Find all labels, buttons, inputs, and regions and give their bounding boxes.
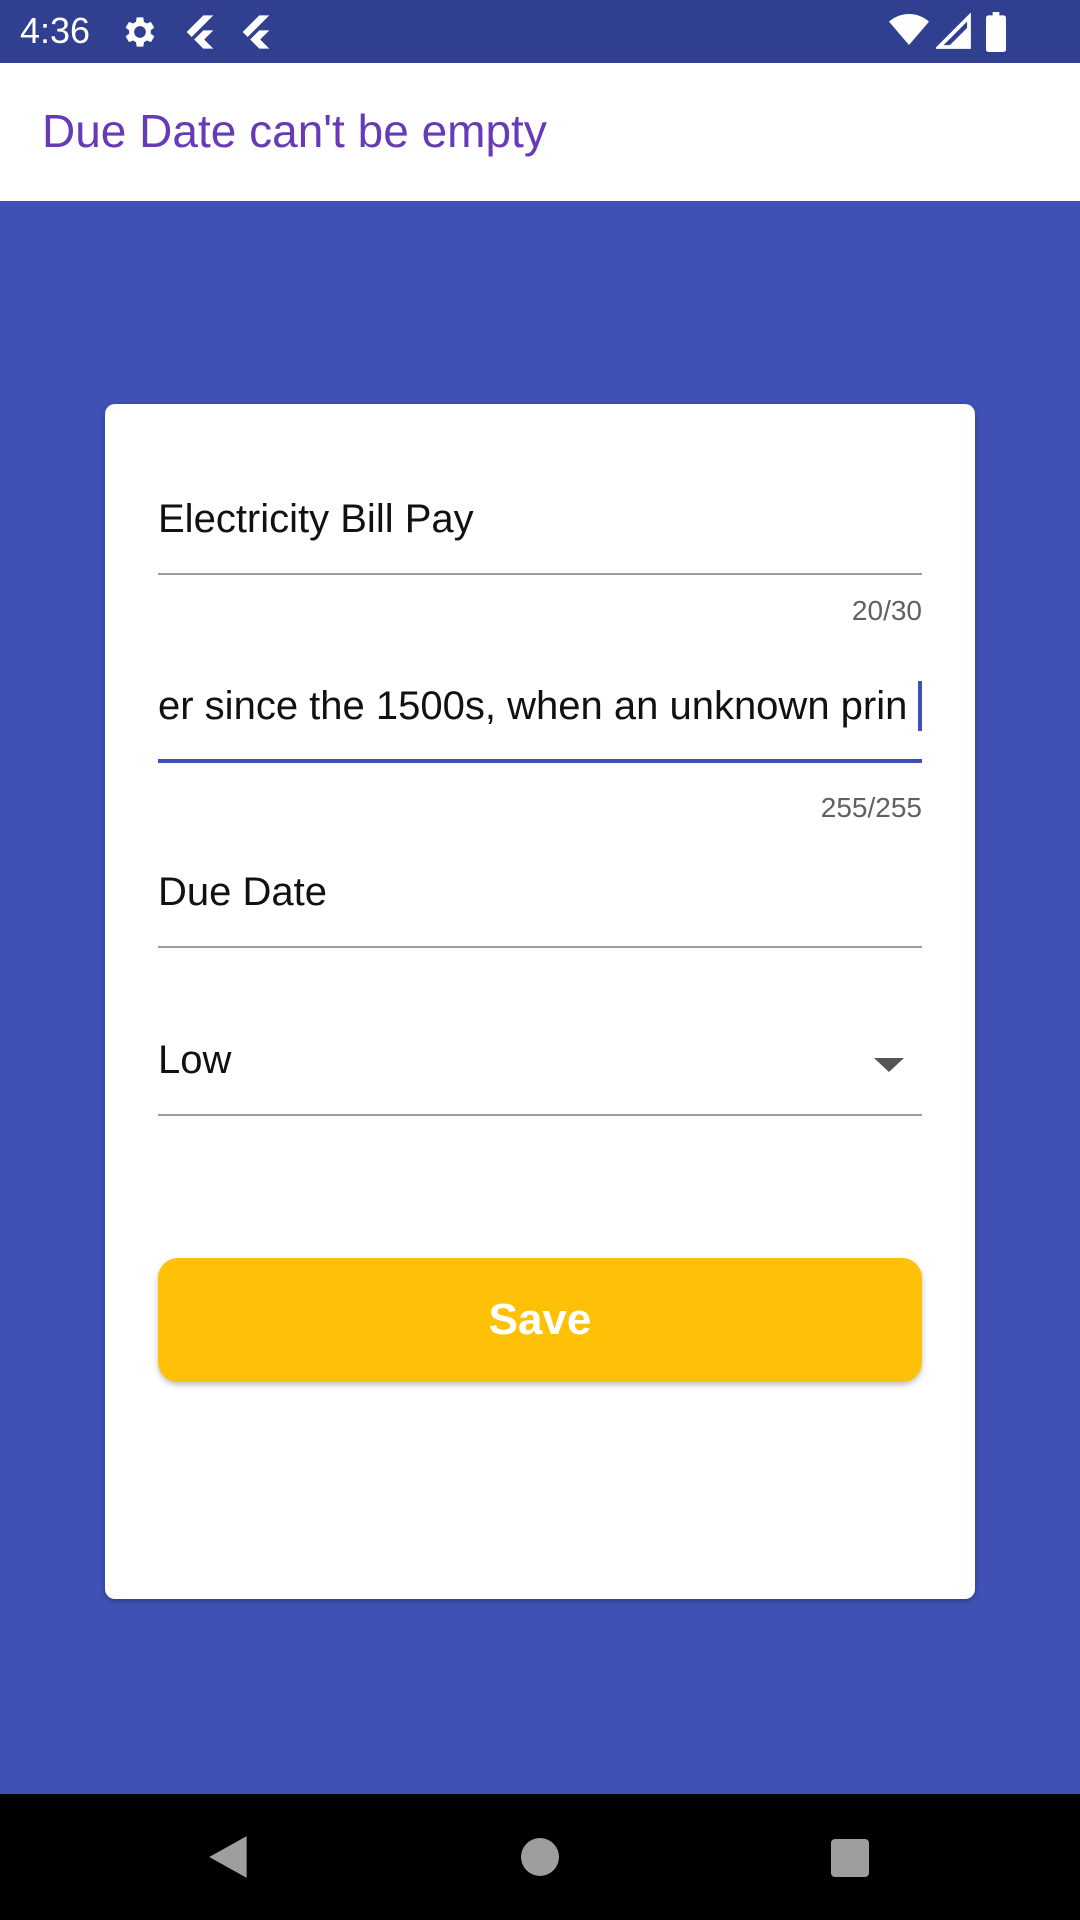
status-time: 4:36	[20, 10, 91, 51]
priority-selected-value[interactable]: Low	[158, 1035, 922, 1085]
text-cursor	[918, 681, 922, 731]
battery-icon	[986, 12, 1006, 52]
description-input-text[interactable]: er since the 1500s, when an unknown prin	[158, 681, 922, 731]
gear-icon	[125, 17, 155, 47]
wifi-icon	[889, 14, 929, 45]
title-input-text[interactable]: Electricity Bill Pay	[158, 494, 922, 544]
error-snackbar: Due Date can't be empty	[0, 63, 1080, 201]
save-button[interactable]: Save	[158, 1258, 922, 1382]
back-icon[interactable]	[205, 1832, 255, 1882]
error-message: Due Date can't be empty	[42, 105, 547, 157]
home-icon[interactable]	[521, 1838, 559, 1876]
recent-apps-icon[interactable]	[831, 1839, 869, 1877]
flutter-icon	[186, 15, 214, 49]
flutter-icon	[242, 15, 270, 49]
description-underline	[158, 759, 922, 763]
title-field[interactable]: Electricity Bill Pay 20/30	[158, 494, 922, 626]
due-date-field[interactable]: Due Date	[158, 867, 922, 967]
title-underline	[158, 573, 922, 575]
todo-form-card: Electricity Bill Pay 20/30 er since the …	[105, 404, 975, 1599]
system-navigation-bar	[0, 1794, 1080, 1920]
priority-dropdown[interactable]: Low	[158, 1035, 922, 1135]
description-counter: 255/255	[820, 792, 922, 823]
dropdown-arrow-icon[interactable]	[874, 1058, 904, 1072]
due-date-label[interactable]: Due Date	[158, 867, 922, 917]
due-date-underline	[158, 946, 922, 948]
signal-icon	[936, 12, 971, 49]
title-counter: 20/30	[851, 595, 922, 626]
status-bar: 4:36	[0, 0, 1080, 63]
description-field[interactable]: er since the 1500s, when an unknown prin…	[158, 681, 922, 823]
priority-underline	[158, 1114, 922, 1116]
